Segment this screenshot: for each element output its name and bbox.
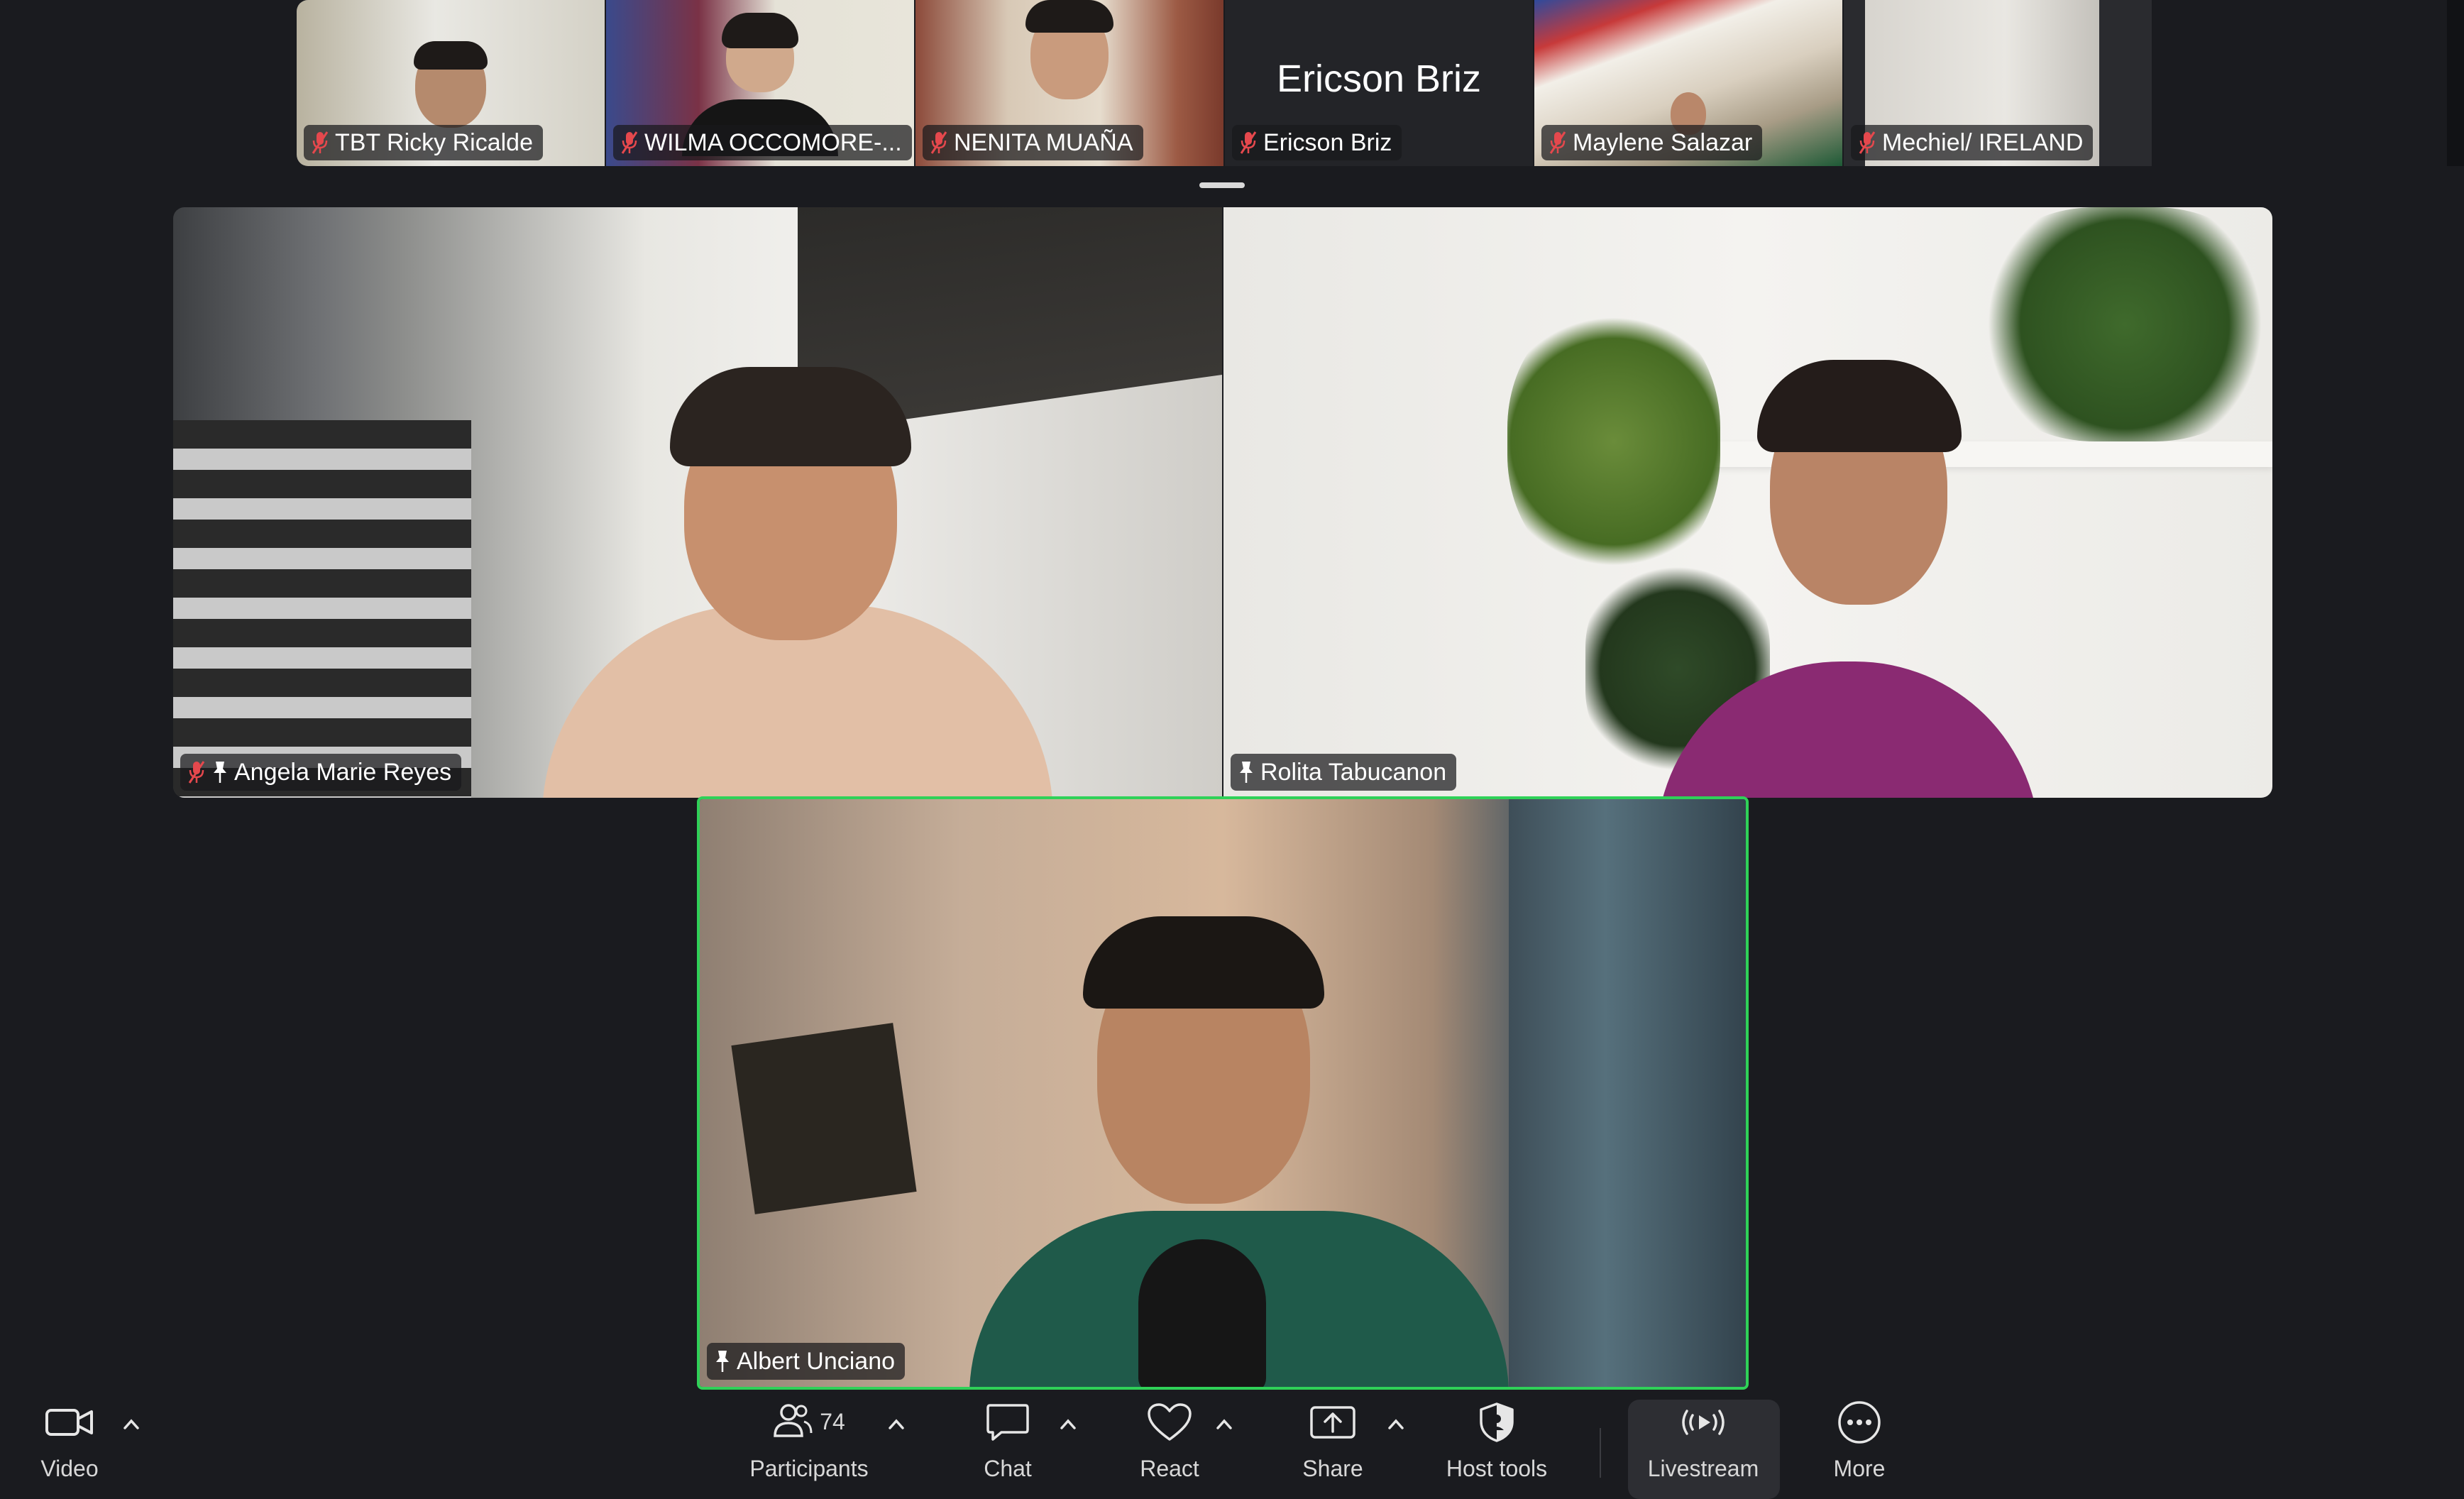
video-tile[interactable]: Rolita Tabucanon xyxy=(1223,207,2272,798)
potted-plant xyxy=(1976,207,2272,441)
react-options-caret[interactable] xyxy=(1212,1412,1236,1437)
filmstrip-tile[interactable]: WILMA OCCOMORE-... xyxy=(606,0,914,166)
name-tag: NENITA MUAÑA xyxy=(923,125,1143,160)
filmstrip-resize-handle[interactable] xyxy=(1199,182,1245,188)
share-button[interactable]: Share xyxy=(1297,1398,1368,1482)
mic-muted-icon xyxy=(1858,131,1876,155)
participant-name: Maylene Salazar xyxy=(1573,128,1753,156)
pin-icon xyxy=(1238,760,1255,784)
participants-icon xyxy=(773,1402,813,1442)
livestream-button[interactable]: Livestream xyxy=(1632,1398,1774,1482)
participant-name: Rolita Tabucanon xyxy=(1260,758,1447,786)
host-tools-button[interactable]: Host tools xyxy=(1436,1398,1557,1482)
name-tag: Maylene Salazar xyxy=(1541,125,1763,160)
video-camera-icon xyxy=(45,1398,94,1446)
participant-hair xyxy=(722,13,798,48)
curtain xyxy=(1509,799,1746,1387)
meeting-toolbar: Video 74 Participants Chat React Share H… xyxy=(0,1384,2464,1482)
participant-hair xyxy=(670,367,911,466)
share-label: Share xyxy=(1302,1456,1363,1481)
participant-count: 74 xyxy=(820,1409,845,1434)
tree-painting xyxy=(731,1023,917,1214)
name-tag: Angela Marie Reyes xyxy=(180,754,462,791)
filmstrip-next-button[interactable] xyxy=(2447,0,2464,166)
filmstrip-tile[interactable]: TBT Ricky Ricalde xyxy=(297,0,605,166)
pin-icon xyxy=(211,760,229,784)
participants-label: Participants xyxy=(749,1456,869,1481)
video-tile[interactable]: Angela Marie Reyes xyxy=(173,207,1222,798)
react-label: React xyxy=(1140,1456,1199,1481)
staircase xyxy=(173,420,471,798)
filmstrip-tile[interactable]: Maylene Salazar xyxy=(1534,0,1842,166)
participants-options-caret[interactable] xyxy=(884,1412,908,1437)
pin-icon xyxy=(714,1349,731,1373)
filmstrip-tile[interactable]: Mechiel/ IRELAND xyxy=(1844,0,2152,166)
hanging-plant xyxy=(1507,307,1720,576)
participant-name: WILMA OCCOMORE-... xyxy=(644,128,902,156)
filmstrip-tile[interactable]: NENITA MUAÑA xyxy=(915,0,1223,166)
chat-button[interactable]: Chat xyxy=(972,1398,1043,1482)
chat-label: Chat xyxy=(984,1456,1032,1481)
heart-icon xyxy=(1147,1398,1192,1446)
name-tag: Albert Unciano xyxy=(707,1343,906,1380)
mic-muted-icon xyxy=(620,131,639,155)
name-tag: WILMA OCCOMORE-... xyxy=(613,125,912,160)
name-tag: Ericson Briz xyxy=(1232,125,1402,160)
host-tools-label: Host tools xyxy=(1446,1456,1548,1481)
active-speaker-tile[interactable]: Albert Unciano xyxy=(697,796,1749,1390)
share-options-caret[interactable] xyxy=(1384,1412,1408,1437)
mic-muted-icon xyxy=(1239,131,1258,155)
video-options-caret[interactable] xyxy=(119,1412,143,1437)
participant-name: TBT Ricky Ricalde xyxy=(335,128,533,156)
participant-display-name: Ericson Briz xyxy=(1276,57,1482,100)
more-dots-icon xyxy=(1837,1398,1882,1446)
video-label: Video xyxy=(40,1456,99,1481)
mic-muted-icon xyxy=(311,131,329,155)
name-tag: TBT Ricky Ricalde xyxy=(304,125,543,160)
participant-name: Angela Marie Reyes xyxy=(234,758,452,786)
participant-name: Mechiel/ IRELAND xyxy=(1882,128,2084,156)
filmstrip-tile[interactable]: Ericson Briz Ericson Briz xyxy=(1225,0,1533,166)
name-tag: Mechiel/ IRELAND xyxy=(1851,125,2094,160)
participant-hair xyxy=(1025,0,1113,33)
participant-name: Albert Unciano xyxy=(737,1347,896,1375)
participant-hair xyxy=(1083,916,1324,1009)
share-screen-icon xyxy=(1309,1398,1356,1446)
mic-muted-icon xyxy=(187,760,206,784)
more-button[interactable]: More xyxy=(1824,1398,1895,1482)
more-label: More xyxy=(1833,1456,1886,1481)
chat-options-caret[interactable] xyxy=(1056,1412,1080,1437)
participants-button[interactable]: 74 Participants xyxy=(738,1398,880,1482)
name-tag: Rolita Tabucanon xyxy=(1231,754,1457,791)
mic-muted-icon xyxy=(930,131,948,155)
mic-muted-icon xyxy=(1549,131,1567,155)
livestream-icon xyxy=(1677,1398,1729,1446)
microphone xyxy=(1138,1239,1266,1387)
participants-icon-group: 74 xyxy=(773,1398,845,1446)
livestream-label: Livestream xyxy=(1647,1456,1759,1481)
chat-bubble-icon xyxy=(986,1398,1030,1446)
react-button[interactable]: React xyxy=(1134,1398,1205,1482)
video-button[interactable]: Video xyxy=(34,1398,105,1482)
participant-hair xyxy=(414,41,488,70)
wall-shelf xyxy=(1663,441,2272,467)
participant-name: NENITA MUAÑA xyxy=(954,128,1133,156)
shield-icon xyxy=(1478,1398,1515,1446)
participant-name: Ericson Briz xyxy=(1263,128,1392,156)
participant-filmstrip: TBT Ricky Ricalde WILMA OCCOMORE-... NEN… xyxy=(297,0,2464,166)
